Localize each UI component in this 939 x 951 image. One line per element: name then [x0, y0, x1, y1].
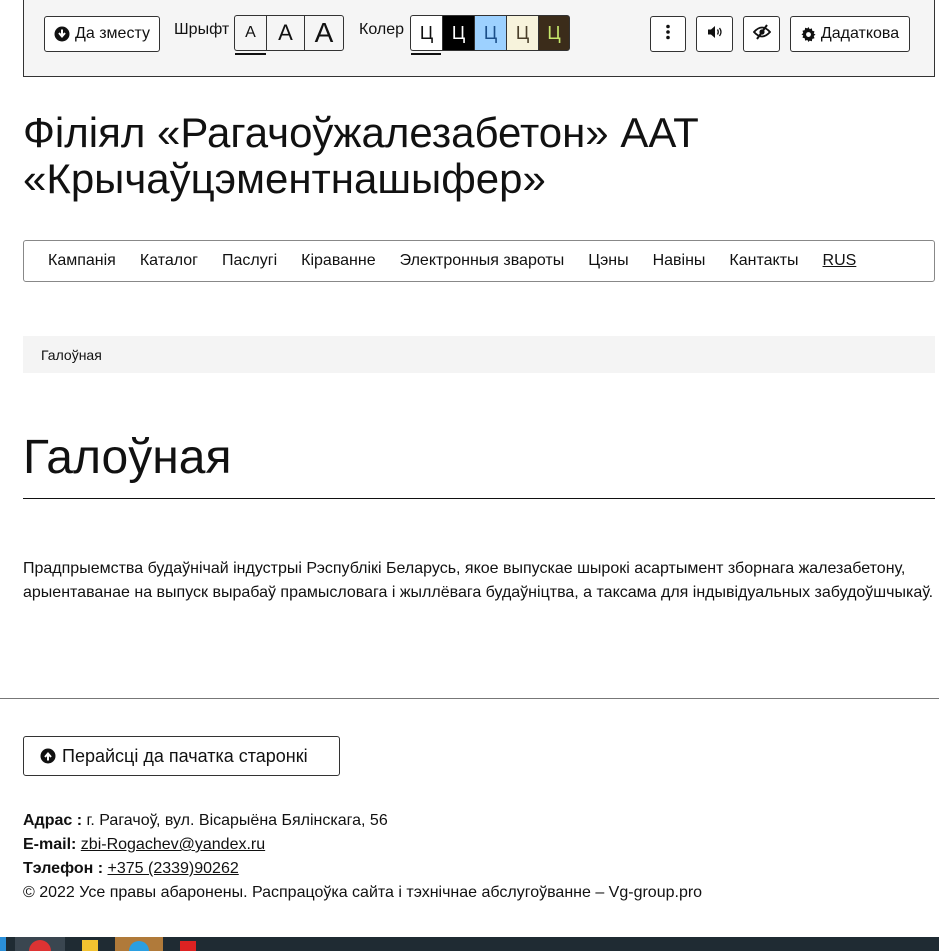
email-label: E-mail: — [23, 836, 77, 853]
font-size-group: A A A — [234, 15, 344, 51]
footer-copyright: © 2022 Усе правы абаронены. Распрацоўка … — [23, 884, 703, 901]
footer-info: Адрас : г. Рагачоў, вул. Вісарыёна Бялін… — [23, 809, 702, 905]
accessibility-toolbar: Да зместу Шрыфт A A A Колер Ц Ц Ц Ц Ц Да… — [23, 0, 935, 77]
color-scheme-selected-indicator — [411, 53, 441, 55]
color-scheme-group: Ц Ц Ц Ц Ц — [410, 15, 570, 51]
font-size-selected-indicator — [235, 53, 266, 55]
folder-icon — [82, 940, 98, 951]
font-size-large-button[interactable]: A — [304, 15, 344, 51]
nav-item-language-rus[interactable]: RUS — [823, 252, 857, 270]
browser-icon — [29, 940, 51, 951]
eye-slash-icon — [752, 23, 771, 45]
color-scheme-blue-button[interactable]: Ц — [474, 15, 506, 51]
nav-item-prices[interactable]: Цэны — [588, 252, 628, 270]
main-nav: Кампанія Каталог Паслугі Кіраванне Элект… — [23, 240, 935, 282]
nav-item-catalog[interactable]: Каталог — [140, 252, 198, 270]
taskbar-app-icon[interactable] — [15, 937, 65, 951]
circle-arrow-up-icon — [40, 748, 56, 764]
circle-arrow-down-icon — [54, 26, 70, 42]
footer-email: E-mail: zbi-Rogachev@yandex.ru — [23, 833, 702, 857]
back-to-top-button[interactable]: Перайсці да пачатка старонкі — [23, 736, 340, 776]
footer-address: Адрас : г. Рагачоў, вул. Вісарыёна Бялін… — [23, 809, 702, 833]
speaker-icon — [707, 25, 723, 44]
os-taskbar — [0, 937, 939, 951]
taskbar-app-icon[interactable] — [78, 937, 102, 951]
skip-to-content-label: Да зместу — [75, 25, 150, 42]
more-options-button[interactable] — [650, 16, 686, 52]
breadcrumb-home: Галоўная — [41, 346, 102, 363]
font-size-small-button[interactable]: A — [234, 15, 266, 51]
taskbar-app-icon[interactable] — [176, 937, 200, 951]
document-icon — [180, 941, 196, 951]
color-scheme-brown-button[interactable]: Ц — [538, 15, 570, 51]
email-link[interactable]: zbi-Rogachev@yandex.ru — [81, 836, 265, 853]
color-scheme-white-button[interactable]: Ц — [410, 15, 442, 51]
gear-icon — [801, 26, 816, 42]
color-label: Колер — [359, 21, 404, 38]
vertical-dots-icon — [665, 24, 671, 45]
page-title: Галоўная — [23, 428, 935, 499]
font-label: Шрыфт — [174, 21, 230, 38]
extra-settings-label: Дадаткова — [820, 25, 900, 42]
footer-phone: Тэлефон : +375 (2339)90262 — [23, 857, 702, 881]
nav-item-news[interactable]: Навіны — [653, 252, 706, 270]
footer-divider — [0, 698, 939, 699]
color-scheme-beige-button[interactable]: Ц — [506, 15, 538, 51]
site-title-line1: Філіял «Рагачоўжалезабетон» ААТ — [23, 109, 699, 156]
nav-item-company[interactable]: Кампанія — [48, 252, 116, 270]
app-icon — [129, 941, 149, 951]
address-value: г. Рагачоў, вул. Вісарыёна Бялінскага, 5… — [82, 812, 388, 829]
sound-button[interactable] — [696, 16, 733, 52]
nav-item-services[interactable]: Паслугі — [222, 252, 277, 270]
back-to-top-label: Перайсці да пачатка старонкі — [62, 745, 308, 766]
site-title: Філіял «Рагачоўжалезабетон» ААТ «Крычаўц… — [23, 110, 923, 202]
phone-link[interactable]: +375 (2339)90262 — [108, 860, 239, 877]
breadcrumb: Галоўная — [23, 336, 935, 373]
intro-text: Прадпрыемства будаўнічай індустрыі Рэспу… — [23, 560, 934, 601]
images-toggle-button[interactable] — [743, 16, 780, 52]
color-scheme-black-button[interactable]: Ц — [442, 15, 474, 51]
phone-label: Тэлефон : — [23, 860, 104, 877]
nav-item-e-appeals[interactable]: Электронныя звароты — [400, 252, 565, 270]
font-size-medium-button[interactable]: A — [266, 15, 304, 51]
address-label: Адрас : — [23, 812, 83, 829]
nav-item-management[interactable]: Кіраванне — [301, 252, 375, 270]
extra-settings-button[interactable]: Дадаткова — [790, 16, 910, 52]
site-title-line2: «Крычаўцэментнашыфер» — [23, 155, 546, 202]
skip-to-content-button[interactable]: Да зместу — [44, 16, 160, 52]
nav-item-contacts[interactable]: Кантакты — [729, 252, 798, 270]
taskbar-app-icon[interactable] — [115, 937, 163, 951]
taskbar-app-icon[interactable] — [0, 937, 6, 951]
